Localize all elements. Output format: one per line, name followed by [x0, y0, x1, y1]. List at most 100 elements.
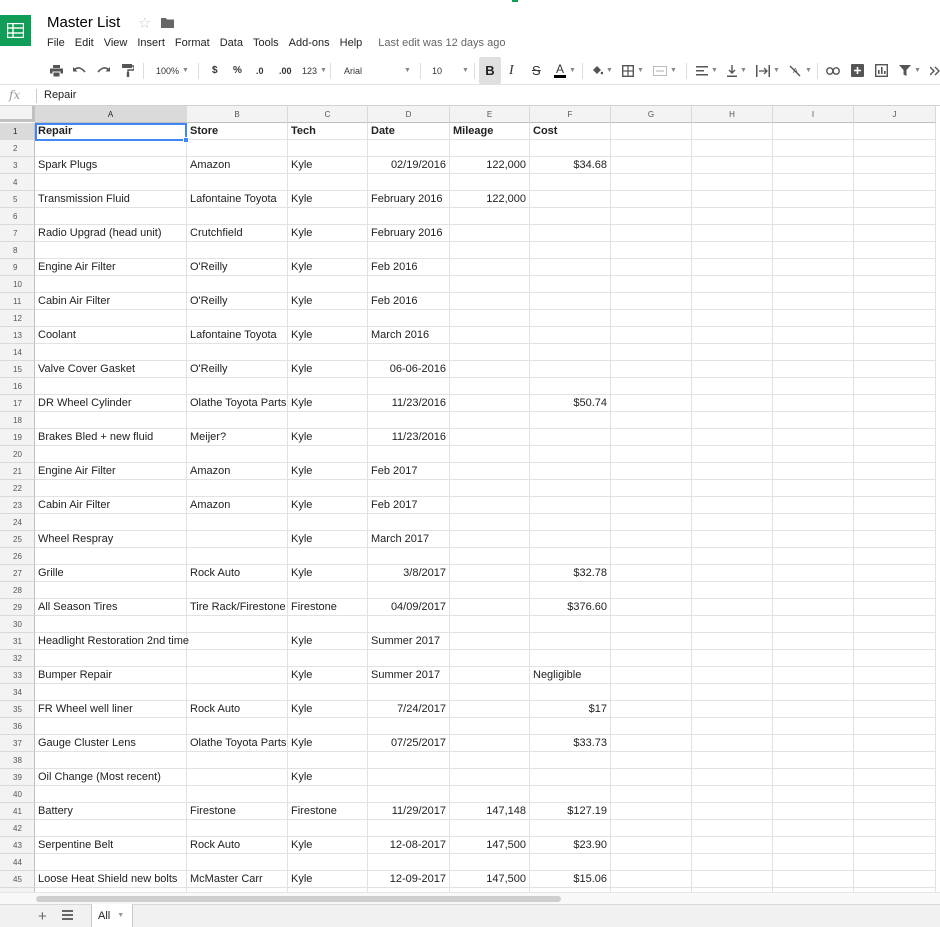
cell-c13[interactable]: Kyle: [288, 327, 368, 344]
cell-h34[interactable]: [692, 684, 773, 701]
cell-j33[interactable]: [854, 667, 936, 684]
cell-a19[interactable]: Brakes Bled + new fluid: [35, 429, 187, 446]
menu-format[interactable]: Format: [175, 37, 210, 49]
cell-b38[interactable]: [187, 752, 288, 769]
cell-e25[interactable]: [450, 531, 530, 548]
cell-f38[interactable]: [530, 752, 611, 769]
cell-a5[interactable]: Transmission Fluid: [35, 191, 187, 208]
row-header[interactable]: 26: [0, 548, 35, 565]
cell-d26[interactable]: [368, 548, 450, 565]
cell-g22[interactable]: [611, 480, 692, 497]
merge-cells-icon[interactable]: ▼: [653, 57, 677, 84]
cell-g13[interactable]: [611, 327, 692, 344]
cell-f41[interactable]: $127.19: [530, 803, 611, 820]
cell-f1[interactable]: Cost: [530, 123, 611, 140]
cell-h3[interactable]: [692, 157, 773, 174]
chevron-down-icon[interactable]: ▼: [569, 67, 576, 74]
cell-c7[interactable]: Kyle: [288, 225, 368, 242]
cell-j14[interactable]: [854, 344, 936, 361]
cell-c26[interactable]: [288, 548, 368, 565]
cell-e3[interactable]: 122,000: [450, 157, 530, 174]
cell-j44[interactable]: [854, 854, 936, 871]
cell-a28[interactable]: [35, 582, 187, 599]
cell-j12[interactable]: [854, 310, 936, 327]
undo-icon[interactable]: [73, 57, 86, 84]
cell-a11[interactable]: Cabin Air Filter: [35, 293, 187, 310]
cell-j34[interactable]: [854, 684, 936, 701]
cell-f34[interactable]: [530, 684, 611, 701]
cell-b4[interactable]: [187, 174, 288, 191]
cell-i27[interactable]: [773, 565, 854, 582]
cell-h21[interactable]: [692, 463, 773, 480]
column-header-b[interactable]: B: [187, 106, 288, 123]
cell-d17[interactable]: 11/23/2016: [368, 395, 450, 412]
cell-h30[interactable]: [692, 616, 773, 633]
cell-c43[interactable]: Kyle: [288, 837, 368, 854]
cell-d36[interactable]: [368, 718, 450, 735]
cell-d31[interactable]: Summer 2017: [368, 633, 450, 650]
cell-h40[interactable]: [692, 786, 773, 803]
cell-a37[interactable]: Gauge Cluster Lens: [35, 735, 187, 752]
cell-b20[interactable]: [187, 446, 288, 463]
cell-e42[interactable]: [450, 820, 530, 837]
cell-h13[interactable]: [692, 327, 773, 344]
cell-b33[interactable]: [187, 667, 288, 684]
cell-d28[interactable]: [368, 582, 450, 599]
row-header[interactable]: 20: [0, 446, 35, 463]
cell-c20[interactable]: [288, 446, 368, 463]
cell-i1[interactable]: [773, 123, 854, 140]
cell-j7[interactable]: [854, 225, 936, 242]
cell-a14[interactable]: [35, 344, 187, 361]
cell-i6[interactable]: [773, 208, 854, 225]
menu-tools[interactable]: Tools: [253, 37, 279, 49]
cell-i20[interactable]: [773, 446, 854, 463]
row-header[interactable]: 4: [0, 174, 35, 191]
cell-d14[interactable]: [368, 344, 450, 361]
row-header[interactable]: 22: [0, 480, 35, 497]
cell-i23[interactable]: [773, 497, 854, 514]
cell-j19[interactable]: [854, 429, 936, 446]
cell-f2[interactable]: [530, 140, 611, 157]
cell-d43[interactable]: 12-08-2017: [368, 837, 450, 854]
cell-h16[interactable]: [692, 378, 773, 395]
cell-g31[interactable]: [611, 633, 692, 650]
cell-d18[interactable]: [368, 412, 450, 429]
cell-i32[interactable]: [773, 650, 854, 667]
cell-d8[interactable]: [368, 242, 450, 259]
row-header[interactable]: 32: [0, 650, 35, 667]
cell-h8[interactable]: [692, 242, 773, 259]
cell-c22[interactable]: [288, 480, 368, 497]
cell-b43[interactable]: Rock Auto: [187, 837, 288, 854]
column-header-d[interactable]: D: [368, 106, 450, 123]
cell-h26[interactable]: [692, 548, 773, 565]
text-rotation-icon[interactable]: A ▼: [789, 57, 812, 84]
cell-g37[interactable]: [611, 735, 692, 752]
cell-d19[interactable]: 11/23/2016: [368, 429, 450, 446]
cell-j30[interactable]: [854, 616, 936, 633]
decrease-decimal-button[interactable]: .0: [256, 57, 264, 84]
cell-j26[interactable]: [854, 548, 936, 565]
cell-d45[interactable]: 12-09-2017: [368, 871, 450, 888]
cell-j21[interactable]: [854, 463, 936, 480]
cell-d16[interactable]: [368, 378, 450, 395]
cell-f39[interactable]: [530, 769, 611, 786]
cell-i8[interactable]: [773, 242, 854, 259]
row-header[interactable]: 19: [0, 429, 35, 446]
paint-format-icon[interactable]: [122, 57, 134, 84]
cell-d27[interactable]: 3/8/2017: [368, 565, 450, 582]
cell-i14[interactable]: [773, 344, 854, 361]
cell-d33[interactable]: Summer 2017: [368, 667, 450, 684]
cell-h43[interactable]: [692, 837, 773, 854]
cell-d30[interactable]: [368, 616, 450, 633]
cell-a39[interactable]: Oil Change (Most recent): [35, 769, 187, 786]
cell-d4[interactable]: [368, 174, 450, 191]
cell-f27[interactable]: $32.78: [530, 565, 611, 582]
cell-i2[interactable]: [773, 140, 854, 157]
cell-e37[interactable]: [450, 735, 530, 752]
redo-icon[interactable]: [97, 57, 110, 84]
cell-a22[interactable]: [35, 480, 187, 497]
cell-g1[interactable]: [611, 123, 692, 140]
row-header[interactable]: 14: [0, 344, 35, 361]
cell-f13[interactable]: [530, 327, 611, 344]
font-size-select[interactable]: 10 ▼: [432, 57, 469, 84]
